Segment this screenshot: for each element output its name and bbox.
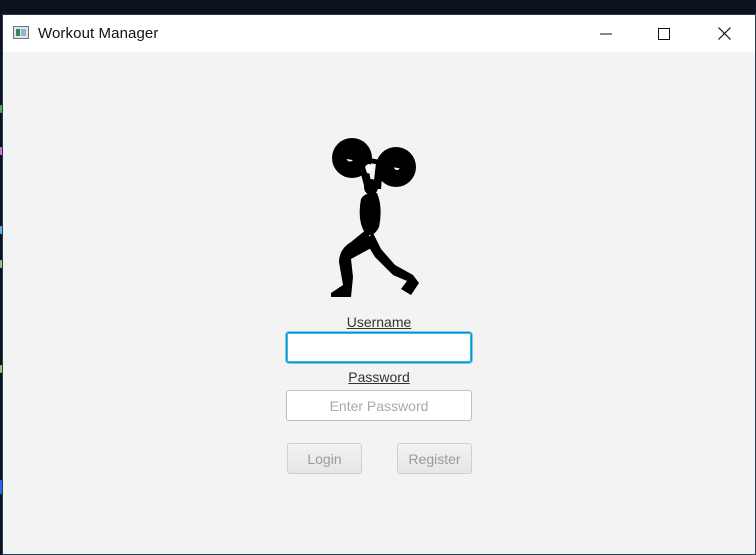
close-button[interactable]: [695, 15, 753, 52]
login-panel: Username Password Login Register: [3, 52, 755, 554]
app-window-icon: [13, 26, 29, 39]
password-input[interactable]: [286, 390, 472, 421]
login-button[interactable]: Login: [287, 443, 362, 474]
register-button[interactable]: Register: [397, 443, 472, 474]
username-label: Username: [346, 314, 412, 330]
close-icon: [717, 27, 731, 40]
app-window: Workout Manager Username Password Login …: [3, 15, 755, 554]
maximize-button[interactable]: [635, 15, 693, 52]
password-label: Password: [348, 369, 410, 385]
weightlifter-icon: [331, 138, 419, 297]
minimize-icon: [600, 33, 612, 34]
username-input[interactable]: [286, 332, 472, 363]
maximize-icon: [658, 27, 670, 40]
minimize-button[interactable]: [577, 15, 635, 52]
title-bar[interactable]: Workout Manager: [3, 15, 755, 52]
window-title: Workout Manager: [38, 25, 159, 42]
desktop-background: Workout Manager Username Password Login …: [0, 0, 756, 555]
